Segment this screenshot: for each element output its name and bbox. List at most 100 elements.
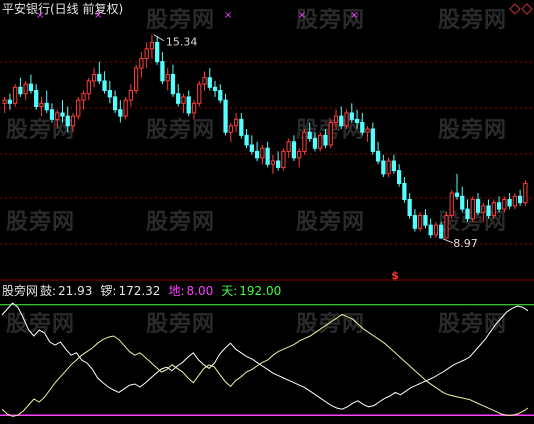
candle-body-57 xyxy=(297,150,302,159)
candle-body-7 xyxy=(34,90,39,108)
candle-body-75 xyxy=(391,160,396,172)
candle-body-58 xyxy=(302,131,307,152)
candle-body-72 xyxy=(375,150,381,162)
high-pointer xyxy=(153,34,165,42)
candle-body-55 xyxy=(286,141,291,152)
top-marker-1: × xyxy=(36,10,44,21)
candle-body-76 xyxy=(397,170,402,184)
candle-body-42 xyxy=(218,90,223,101)
candle-body-51 xyxy=(265,147,270,165)
candle-body-66 xyxy=(344,112,349,127)
candle-body-68 xyxy=(354,118,360,124)
gong-series-line xyxy=(1,313,529,417)
candle-body-49 xyxy=(254,150,260,159)
candle-body-79 xyxy=(412,215,418,229)
candle-body-6 xyxy=(28,83,34,92)
candle-body-65 xyxy=(339,115,344,127)
candle-body-83 xyxy=(433,224,439,236)
candle-body-40 xyxy=(207,77,212,88)
candle-body-30 xyxy=(155,41,160,63)
candle-body-22 xyxy=(112,96,118,111)
candle-body-92 xyxy=(481,205,486,213)
candle-body-69 xyxy=(360,122,365,133)
candle-body-14 xyxy=(70,115,76,127)
candle-body-100 xyxy=(523,182,528,204)
candle-body-54 xyxy=(281,150,286,168)
high-label: 15.34 xyxy=(166,36,198,49)
candle-body-70 xyxy=(365,128,370,133)
candle-body-74 xyxy=(386,160,391,175)
candle-body-21 xyxy=(107,90,112,98)
candle-body-43 xyxy=(223,99,228,133)
candle-body-82 xyxy=(428,224,433,236)
candle-body-27 xyxy=(139,57,144,69)
candle-body-24 xyxy=(123,99,128,117)
candle-body-71 xyxy=(370,128,375,152)
top-marker-4: × xyxy=(298,10,306,21)
candle-body-5 xyxy=(23,83,28,95)
candle-body-28 xyxy=(144,48,149,59)
candle-body-77 xyxy=(402,182,407,200)
candle-body-37 xyxy=(191,102,197,114)
candle-body-15 xyxy=(76,99,81,117)
signal-marker: $ xyxy=(391,269,399,282)
candle-body-1 xyxy=(2,99,7,104)
candle-body-73 xyxy=(381,160,386,175)
candle-body-38 xyxy=(197,83,202,104)
top-marker-2: × xyxy=(94,10,102,21)
candle-body-25 xyxy=(128,90,134,101)
candle-body-11 xyxy=(55,112,60,120)
candle-body-95 xyxy=(496,202,502,210)
candle-body-52 xyxy=(270,160,276,165)
candle-body-39 xyxy=(202,77,207,85)
candle-body-90 xyxy=(470,198,475,220)
candle-body-3 xyxy=(13,86,18,104)
candle-body-97 xyxy=(507,198,512,207)
candle-body-53 xyxy=(276,160,281,168)
candle-body-8 xyxy=(39,102,44,108)
candle-body-80 xyxy=(418,215,423,229)
candle-body-56 xyxy=(291,141,297,159)
candle-body-26 xyxy=(134,67,139,92)
candle-body-19 xyxy=(97,73,102,82)
candle-body-9 xyxy=(44,102,49,111)
candle-body-60 xyxy=(312,138,318,149)
candle-body-88 xyxy=(460,195,465,210)
chart-stage: 平安银行(日线 前复权) 股旁网 鼓: 21.93 锣: 172.32 地: 8… xyxy=(0,0,534,424)
candle-body-62 xyxy=(323,134,328,146)
candle-body-16 xyxy=(81,93,86,101)
candle-body-63 xyxy=(328,122,333,146)
chart-svg: × × × × × 15.34 8.97 $ xyxy=(0,3,534,417)
candle-body-98 xyxy=(512,195,517,207)
candle-body-81 xyxy=(423,215,428,226)
candle-body-32 xyxy=(165,73,170,82)
candle-body-4 xyxy=(18,86,23,95)
low-pointer xyxy=(443,238,454,244)
candle-body-85 xyxy=(444,215,449,239)
candle-body-59 xyxy=(307,131,312,140)
candle-body-41 xyxy=(212,86,218,92)
candle-body-10 xyxy=(49,109,55,120)
candle-body-96 xyxy=(502,198,507,210)
candle-body-34 xyxy=(176,93,181,104)
candle-body-84 xyxy=(439,224,444,239)
top-marker-5: × xyxy=(350,10,358,21)
candle-body-50 xyxy=(260,147,265,159)
candle-body-64 xyxy=(333,115,339,124)
candle-body-48 xyxy=(249,144,254,152)
candle-body-91 xyxy=(475,198,481,213)
candle-body-2 xyxy=(7,99,13,104)
top-marker-3: × xyxy=(224,10,232,21)
candle-body-47 xyxy=(244,134,249,146)
candle-body-99 xyxy=(517,195,523,204)
low-label: 8.97 xyxy=(453,237,478,250)
candle-body-17 xyxy=(86,80,91,95)
diamond-icon-2 xyxy=(521,3,533,15)
candle-body-93 xyxy=(486,205,491,217)
candle-body-67 xyxy=(349,112,354,120)
candle-body-94 xyxy=(491,202,496,217)
candle-body-86 xyxy=(449,192,454,217)
candle-body-20 xyxy=(102,80,107,92)
candle-body-61 xyxy=(318,134,323,149)
candle-body-89 xyxy=(465,208,470,220)
